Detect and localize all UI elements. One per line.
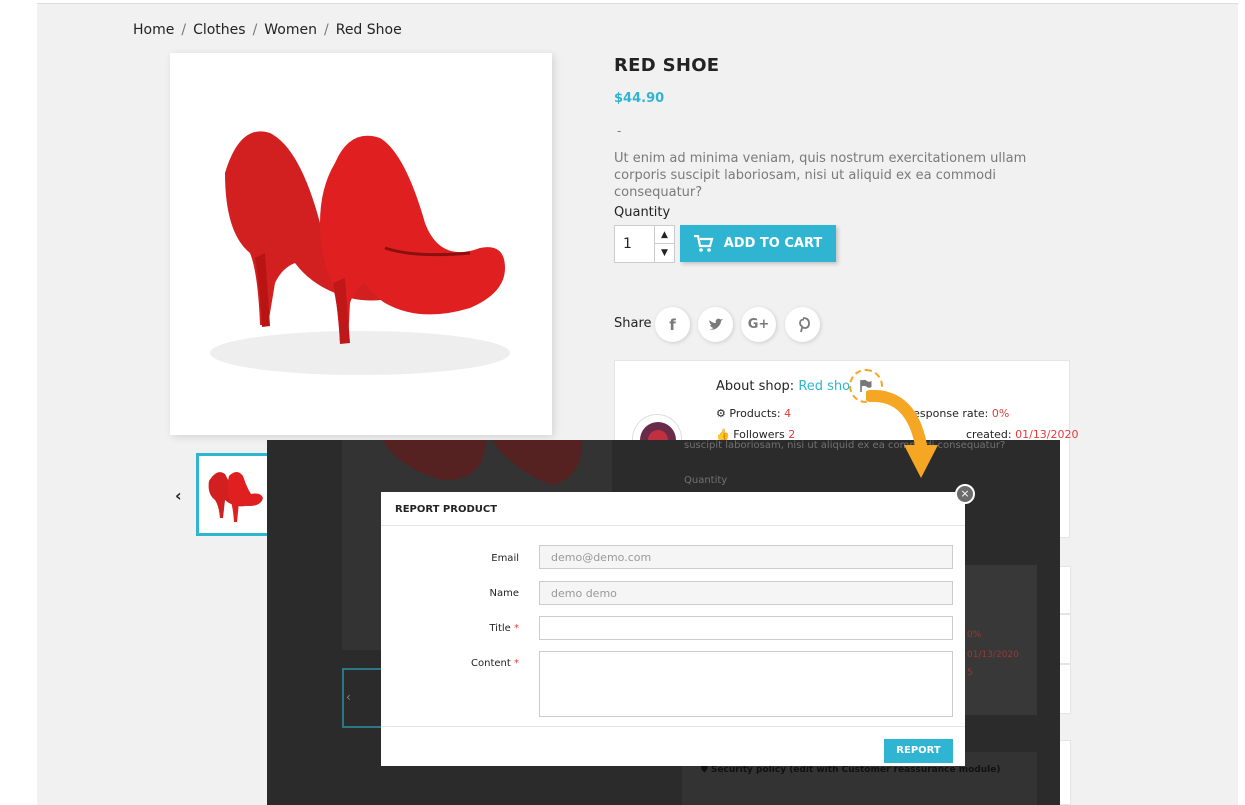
quantity-value[interactable]: 1 (623, 236, 632, 252)
about-shop-label: About shop: (716, 379, 795, 394)
breadcrumb-women[interactable]: Women (264, 22, 317, 38)
google-plus-share-button[interactable]: G+ (741, 307, 776, 342)
backdrop-arrow-ghost: ‹ (346, 690, 351, 704)
add-to-cart-label: ADD TO CART (723, 236, 823, 251)
cart-icon (693, 234, 714, 252)
backdrop-date-ghost: 01/13/2020 (967, 650, 1019, 660)
content-label: Content * (439, 658, 519, 669)
email-field[interactable]: demo@demo.com (539, 545, 953, 569)
name-field[interactable]: demo demo (539, 581, 953, 605)
modal-footer: REPORT (381, 726, 965, 766)
products-icon: ⚙ (716, 407, 726, 420)
required-mark: * (514, 658, 519, 669)
breadcrumb-separator: / (252, 22, 258, 38)
quantity-label: Quantity (614, 205, 671, 220)
shield-icon: ⛊ (701, 765, 708, 775)
content-textarea[interactable] (539, 651, 953, 717)
red-shoe-image (210, 131, 510, 375)
chevron-up-icon[interactable]: ▲ (655, 226, 674, 244)
breadcrumb-separator: / (181, 22, 187, 38)
product-title: RED SHOE (614, 55, 720, 76)
name-label: Name (489, 588, 519, 599)
breadcrumb-separator: / (324, 22, 329, 38)
email-label: Email (491, 553, 519, 564)
products-value: 4 (784, 407, 792, 420)
pinterest-share-button[interactable] (785, 307, 820, 342)
twitter-icon (708, 318, 723, 330)
response-rate-value: 0% (991, 407, 1010, 420)
title-label: Title * (439, 623, 519, 634)
product-price: $44.90 (614, 91, 665, 106)
breadcrumb: Home / Clothes / Women / Red Shoe (133, 22, 402, 38)
breadcrumb-home[interactable]: Home (133, 22, 174, 38)
content-label-text: Content (471, 658, 511, 669)
red-shoe-thumbnail-image (208, 472, 263, 522)
product-description: Ut enim ad minima veniam, quis nostrum e… (614, 151, 1027, 200)
page-margin-left (0, 0, 37, 805)
backdrop-description-ghost: suscipit laboriosam, nisi ut aliquid ex … (684, 440, 1006, 451)
report-product-modal: REPORT PRODUCT Email demo@demo.com Name … (381, 492, 965, 766)
title-label-text: Title (489, 623, 511, 634)
pinterest-icon (798, 316, 810, 332)
modal-title: REPORT PRODUCT (381, 492, 965, 526)
backdrop-rate-ghost: 0% (967, 630, 982, 640)
product-thumbnail[interactable] (196, 453, 270, 536)
google-plus-icon: G+ (747, 317, 770, 332)
quantity-stepper[interactable]: 1 ▲ ▼ (614, 225, 675, 263)
quantity-spinner: ▲ ▼ (654, 226, 674, 262)
close-icon[interactable]: × (955, 484, 975, 504)
page-top-border (0, 0, 1245, 4)
annotation-arrow-icon (866, 390, 938, 478)
twitter-share-button[interactable] (698, 307, 733, 342)
backdrop-count-ghost: 5 (967, 668, 973, 678)
page-margin-right (1238, 0, 1245, 805)
breadcrumb-clothes[interactable]: Clothes (193, 22, 246, 38)
add-to-cart-button[interactable]: ADD TO CART (680, 225, 836, 262)
products-stat: ⚙ Products: 4 (716, 407, 791, 420)
facebook-share-button[interactable]: f (655, 307, 690, 342)
security-policy-text: Security policy (edit with Customer reas… (710, 765, 1001, 775)
report-button[interactable]: REPORT (884, 739, 953, 763)
product-reference-dash: - (617, 124, 622, 138)
backdrop-quantity-ghost: Quantity (684, 475, 728, 486)
required-mark: * (514, 623, 519, 634)
product-main-image[interactable] (170, 53, 552, 435)
breadcrumb-current: Red Shoe (335, 22, 402, 38)
chevron-down-icon[interactable]: ▼ (655, 244, 674, 262)
thumbnail-prev-arrow[interactable]: ‹ (175, 486, 182, 505)
about-shop: About shop: Red shoe (716, 379, 858, 394)
facebook-icon: f (669, 315, 676, 334)
share-label: Share (614, 316, 652, 331)
title-field[interactable] (539, 616, 953, 640)
products-label: Products: (729, 407, 781, 420)
backdrop-security-policy: ⛊ Security policy (edit with Customer re… (701, 765, 1000, 775)
